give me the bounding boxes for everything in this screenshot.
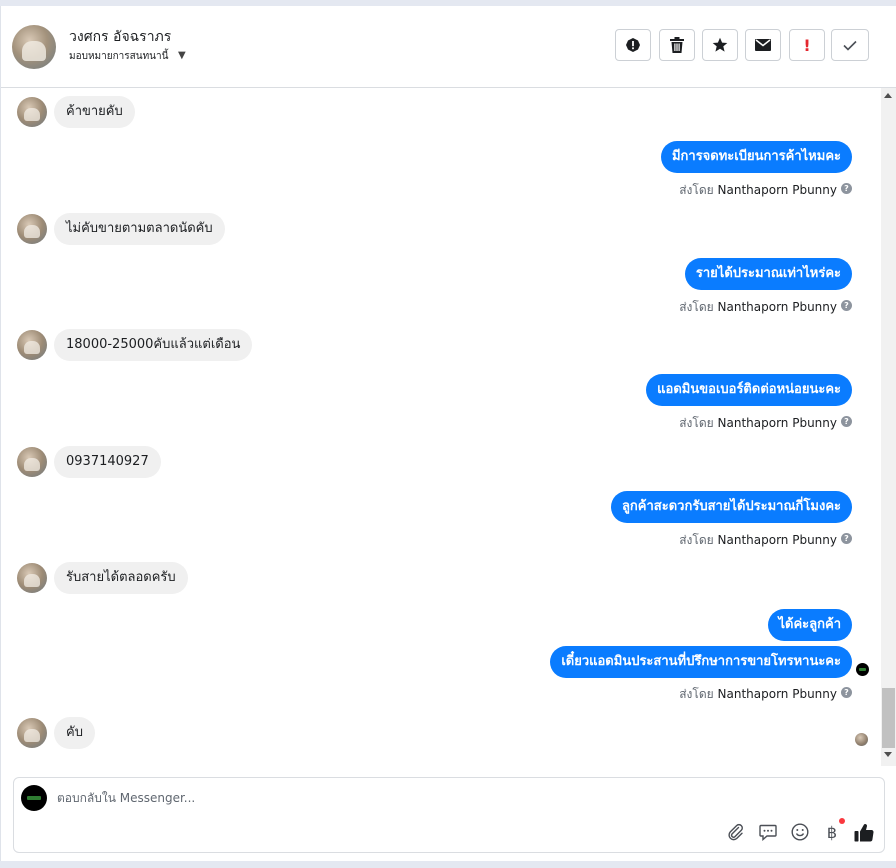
message-thread[interactable]: ค้าขายคับ มีการจดทะเบียนการค้าไหมคะ ส่งโ… [1,88,881,766]
agent-name: Nanthaporn Pbunny [717,533,837,547]
outgoing-bubble[interactable]: มีการจดทะเบียนการค้าไหมคะ [660,141,852,173]
contact-avatar-small[interactable] [17,97,47,127]
outgoing-bubble[interactable]: เดี๋ยวแอดมินประสานที่ปรึกษาการขายโทรหานะ… [550,646,852,678]
scrollbar-track[interactable] [881,88,896,766]
agent-name: Nanthaporn Pbunny [717,183,837,197]
saved-reply-button[interactable] [758,822,778,842]
delete-button[interactable] [659,29,695,61]
sent-by-prefix: ส่งโดย [679,687,714,701]
star-icon [712,37,728,52]
read-receipt-avatar [855,733,868,746]
contact-avatar-small[interactable] [17,718,47,748]
notification-dot [839,818,845,824]
contact-avatar-small[interactable] [17,447,47,477]
conversation-panel: วงศกร อัจฉราภร มอบหมายการสนทนานี้ ▼ ! ค้… [0,6,896,861]
payment-button[interactable]: ฿ [822,822,842,842]
sent-by-prefix: ส่งโดย [679,300,714,314]
reply-composer: ฿ [13,777,885,853]
contact-avatar-small[interactable] [17,214,47,244]
incoming-bubble[interactable]: ไม่คับขายตามตลาดนัดคับ [54,213,225,245]
info-icon[interactable]: ? [841,533,852,544]
reply-input[interactable] [57,788,757,808]
mark-spam-button[interactable] [615,29,651,61]
sent-by-prefix: ส่งโดย [679,416,714,430]
agent-name: Nanthaporn Pbunny [717,300,837,314]
saved-reply-icon [759,824,777,841]
exclamation-icon: ! [803,35,811,55]
page-seen-icon [856,663,869,676]
info-icon[interactable]: ? [841,416,852,427]
paperclip-icon [728,823,743,841]
info-icon[interactable]: ? [841,183,852,194]
incoming-bubble[interactable]: คับ [54,717,95,749]
agent-name: Nanthaporn Pbunny [717,687,837,701]
alert-icon [626,38,640,52]
sent-by-prefix: ส่งโดย [679,533,714,547]
trash-icon [670,37,684,53]
incoming-message: ค้าขายคับ [17,96,135,128]
incoming-bubble[interactable]: 0937140927 [54,446,161,478]
outgoing-bubble[interactable]: แอดมินขอเบอร์ติดต่อหน่อยนะคะ [646,374,852,406]
contact-avatar[interactable] [12,25,56,69]
thumbs-up-icon [854,823,874,842]
outgoing-bubble[interactable]: รายได้ประมาณเท่าไหร่คะ [684,258,852,290]
emoji-button[interactable] [790,822,810,842]
contact-name[interactable]: วงศกร อัจฉราภร [69,26,171,48]
incoming-message: คับ [17,717,95,749]
sent-by-prefix: ส่งโดย [679,183,714,197]
page-avatar [21,785,47,811]
incoming-message: ไม่คับขายตามตลาดนัดคับ [17,213,225,245]
caret-down-icon[interactable]: ▼ [178,50,186,61]
sent-by-label: ส่งโดย Nanthaporn Pbunny [679,298,837,317]
sent-by-label: ส่งโดย Nanthaporn Pbunny [679,181,837,200]
incoming-message: 18000-25000คับแล้วแต่เดือน [17,329,253,361]
outgoing-bubble[interactable]: ได้ค่ะลูกค้า [767,609,852,641]
incoming-bubble[interactable]: ค้าขายคับ [54,96,135,128]
contact-avatar-small[interactable] [17,563,47,593]
baht-payment-icon: ฿ [826,822,838,842]
envelope-icon [755,39,771,51]
incoming-bubble[interactable]: รับสายได้ตลอดครับ [54,562,188,594]
mark-done-button[interactable] [831,29,869,61]
conversation-header: วงศกร อัจฉราภร มอบหมายการสนทนานี้ ▼ ! [1,6,896,88]
incoming-message: รับสายได้ตลอดครับ [17,562,188,594]
incoming-bubble[interactable]: 18000-25000คับแล้วแต่เดือน [54,329,253,361]
assign-conversation-link[interactable]: มอบหมายการสนทนานี้ [69,49,168,64]
sent-by-label: ส่งโดย Nanthaporn Pbunny [679,531,837,550]
scroll-down-arrow-icon[interactable] [884,752,892,757]
info-icon[interactable]: ? [841,300,852,311]
attach-button[interactable] [726,822,746,842]
sent-by-label: ส่งโดย Nanthaporn Pbunny [679,414,837,433]
star-button[interactable] [702,29,738,61]
scroll-up-arrow-icon[interactable] [884,93,892,98]
mark-important-button[interactable]: ! [789,29,825,61]
incoming-message: 0937140927 [17,446,161,478]
emoji-icon [791,823,809,841]
scrollbar-thumb[interactable] [882,688,895,748]
info-icon[interactable]: ? [841,687,852,698]
sent-by-label: ส่งโดย Nanthaporn Pbunny [679,685,837,704]
contact-avatar-small[interactable] [17,330,47,360]
agent-name: Nanthaporn Pbunny [717,416,837,430]
check-icon [843,40,857,51]
like-button[interactable] [854,822,874,842]
outgoing-bubble[interactable]: ลูกค้าสะดวกรับสายได้ประมาณกี่โมงคะ [610,491,852,523]
mark-unread-button[interactable] [745,29,781,61]
